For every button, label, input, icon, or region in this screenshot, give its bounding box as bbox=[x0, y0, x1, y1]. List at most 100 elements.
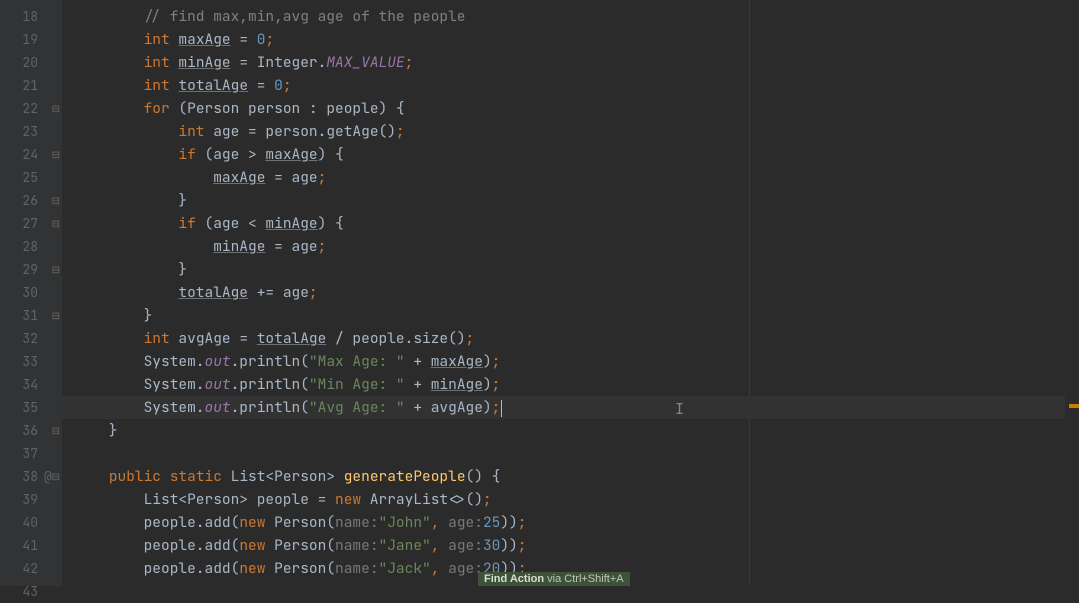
code-line[interactable] bbox=[62, 442, 1079, 465]
text-token: = bbox=[231, 30, 257, 49]
line-number[interactable]: 38⊟@ bbox=[0, 465, 62, 488]
code-line[interactable]: people.add(new Person(name:"John", age:2… bbox=[62, 511, 1079, 534]
text-token: + bbox=[405, 352, 431, 371]
code-line[interactable]: System.out.println("Avg Age: " + avgAge)… bbox=[62, 396, 1079, 419]
code-line[interactable]: totalAge += age; bbox=[62, 281, 1079, 304]
code-line[interactable]: minAge = age; bbox=[62, 235, 1079, 258]
code-line[interactable]: maxAge = age; bbox=[62, 166, 1079, 189]
line-number[interactable]: 26⊟ bbox=[0, 189, 62, 212]
code-area[interactable]: // find max,min,avg age of the people in… bbox=[62, 0, 1079, 586]
line-number[interactable]: 21 bbox=[0, 74, 62, 97]
underline-token: minAge bbox=[265, 214, 317, 233]
line-number[interactable]: 20 bbox=[0, 51, 62, 74]
line-number[interactable]: 28 bbox=[0, 235, 62, 258]
line-number[interactable]: 29⊟ bbox=[0, 258, 62, 281]
line-number[interactable]: 32 bbox=[0, 327, 62, 350]
code-editor[interactable]: 1819202122⊟2324⊟2526⊟27⊟2829⊟3031⊟323334… bbox=[0, 0, 1079, 586]
code-line[interactable]: if (age < minAge) { bbox=[62, 212, 1079, 235]
code-line[interactable]: } bbox=[62, 304, 1079, 327]
kw-token: new bbox=[239, 559, 265, 578]
code-line[interactable]: } bbox=[62, 258, 1079, 281]
code-line[interactable]: int totalAge = 0; bbox=[62, 74, 1079, 97]
text-token bbox=[74, 283, 178, 302]
line-number[interactable]: 27⊟ bbox=[0, 212, 62, 235]
text-token: people.add( bbox=[74, 559, 239, 578]
fold-icon[interactable]: ⊟ bbox=[52, 189, 60, 212]
scroll-marker[interactable] bbox=[1069, 404, 1079, 408]
code-line[interactable]: } bbox=[62, 189, 1079, 212]
text-token bbox=[439, 513, 448, 532]
semi-token: ; bbox=[483, 490, 492, 509]
line-number[interactable]: 19 bbox=[0, 28, 62, 51]
code-line[interactable]: List<Person> people = new ArrayList<>(); bbox=[62, 488, 1079, 511]
code-line[interactable]: System.out.println("Max Age: " + maxAge)… bbox=[62, 350, 1079, 373]
text-token: .println( bbox=[231, 375, 309, 394]
hint-token: name: bbox=[335, 536, 379, 555]
line-number[interactable]: 43 bbox=[0, 580, 62, 603]
kw-token: for bbox=[144, 99, 170, 118]
gutter[interactable]: 1819202122⊟2324⊟2526⊟27⊟2829⊟3031⊟323334… bbox=[0, 0, 62, 586]
fold-icon[interactable]: ⊟ bbox=[52, 143, 60, 166]
text-token: } bbox=[74, 191, 187, 210]
line-number[interactable]: 33 bbox=[0, 350, 62, 373]
code-line[interactable]: people.add(new Person(name:"Jane", age:3… bbox=[62, 534, 1079, 557]
code-line[interactable]: int maxAge = 0; bbox=[62, 28, 1079, 51]
line-number[interactable]: 23 bbox=[0, 120, 62, 143]
field-italic-token: out bbox=[205, 398, 231, 417]
underline-token: totalAge bbox=[178, 76, 248, 95]
code-line[interactable]: public static List<Person> generatePeopl… bbox=[62, 465, 1079, 488]
text-token: += age bbox=[248, 283, 309, 302]
const-italic-token: MAX_VALUE bbox=[326, 53, 404, 72]
fold-icon[interactable]: ⊟ bbox=[52, 258, 60, 281]
line-number[interactable]: 40 bbox=[0, 511, 62, 534]
fold-icon[interactable]: ⊟ bbox=[52, 419, 60, 442]
line-number[interactable]: 34 bbox=[0, 373, 62, 396]
hint-token: name: bbox=[335, 559, 379, 578]
line-number[interactable]: 42 bbox=[0, 557, 62, 580]
text-token bbox=[74, 30, 144, 49]
hint-token: age: bbox=[448, 513, 483, 532]
hint-token: name: bbox=[335, 513, 379, 532]
code-line[interactable]: // find max,min,avg age of the people bbox=[62, 5, 1079, 28]
line-number[interactable]: 35 bbox=[0, 396, 62, 419]
line-number[interactable]: 39 bbox=[0, 488, 62, 511]
str-token: "Avg Age: " bbox=[309, 398, 405, 417]
text-token bbox=[439, 559, 448, 578]
code-line[interactable]: } bbox=[62, 419, 1079, 442]
line-number[interactable]: 18 bbox=[0, 5, 62, 28]
code-line[interactable]: int age = person.getAge(); bbox=[62, 120, 1079, 143]
semi-token: ; bbox=[309, 283, 318, 302]
field-italic-token: out bbox=[205, 375, 231, 394]
text-token: (Person person : people) { bbox=[170, 99, 405, 118]
fold-icon[interactable]: ⊟ bbox=[52, 465, 60, 488]
text-token bbox=[74, 467, 109, 486]
code-line[interactable]: System.out.println("Min Age: " + minAge)… bbox=[62, 373, 1079, 396]
fold-icon[interactable]: ⊟ bbox=[52, 97, 60, 120]
line-number[interactable]: 41 bbox=[0, 534, 62, 557]
line-number[interactable]: 25 bbox=[0, 166, 62, 189]
line-number[interactable]: 31⊟ bbox=[0, 304, 62, 327]
underline-token: maxAge bbox=[178, 30, 230, 49]
text-token bbox=[74, 168, 213, 187]
semi-token: ; bbox=[405, 53, 414, 72]
line-number[interactable]: 37 bbox=[0, 442, 62, 465]
underline-token: maxAge bbox=[213, 168, 265, 187]
line-number[interactable]: 22⊟ bbox=[0, 97, 62, 120]
line-number[interactable]: 30 bbox=[0, 281, 62, 304]
fold-icon[interactable]: ⊟ bbox=[52, 304, 60, 327]
tooltip-action: Find Action bbox=[484, 573, 544, 585]
fold-icon[interactable]: ⊟ bbox=[52, 212, 60, 235]
text-token: () { bbox=[466, 467, 501, 486]
code-line[interactable]: if (age > maxAge) { bbox=[62, 143, 1079, 166]
line-number[interactable]: 24⊟ bbox=[0, 143, 62, 166]
scrollbar[interactable] bbox=[1065, 0, 1079, 586]
code-line[interactable]: int avgAge = totalAge / people.size(); bbox=[62, 327, 1079, 350]
text-token: .println( bbox=[231, 398, 309, 417]
line-number[interactable]: 36⊟ bbox=[0, 419, 62, 442]
num-token: 30 bbox=[483, 536, 500, 555]
kw-token: int bbox=[144, 329, 170, 348]
text-token: = age bbox=[265, 168, 317, 187]
semi-token: ; bbox=[518, 536, 527, 555]
code-line[interactable]: for (Person person : people) { bbox=[62, 97, 1079, 120]
code-line[interactable]: int minAge = Integer.MAX_VALUE; bbox=[62, 51, 1079, 74]
